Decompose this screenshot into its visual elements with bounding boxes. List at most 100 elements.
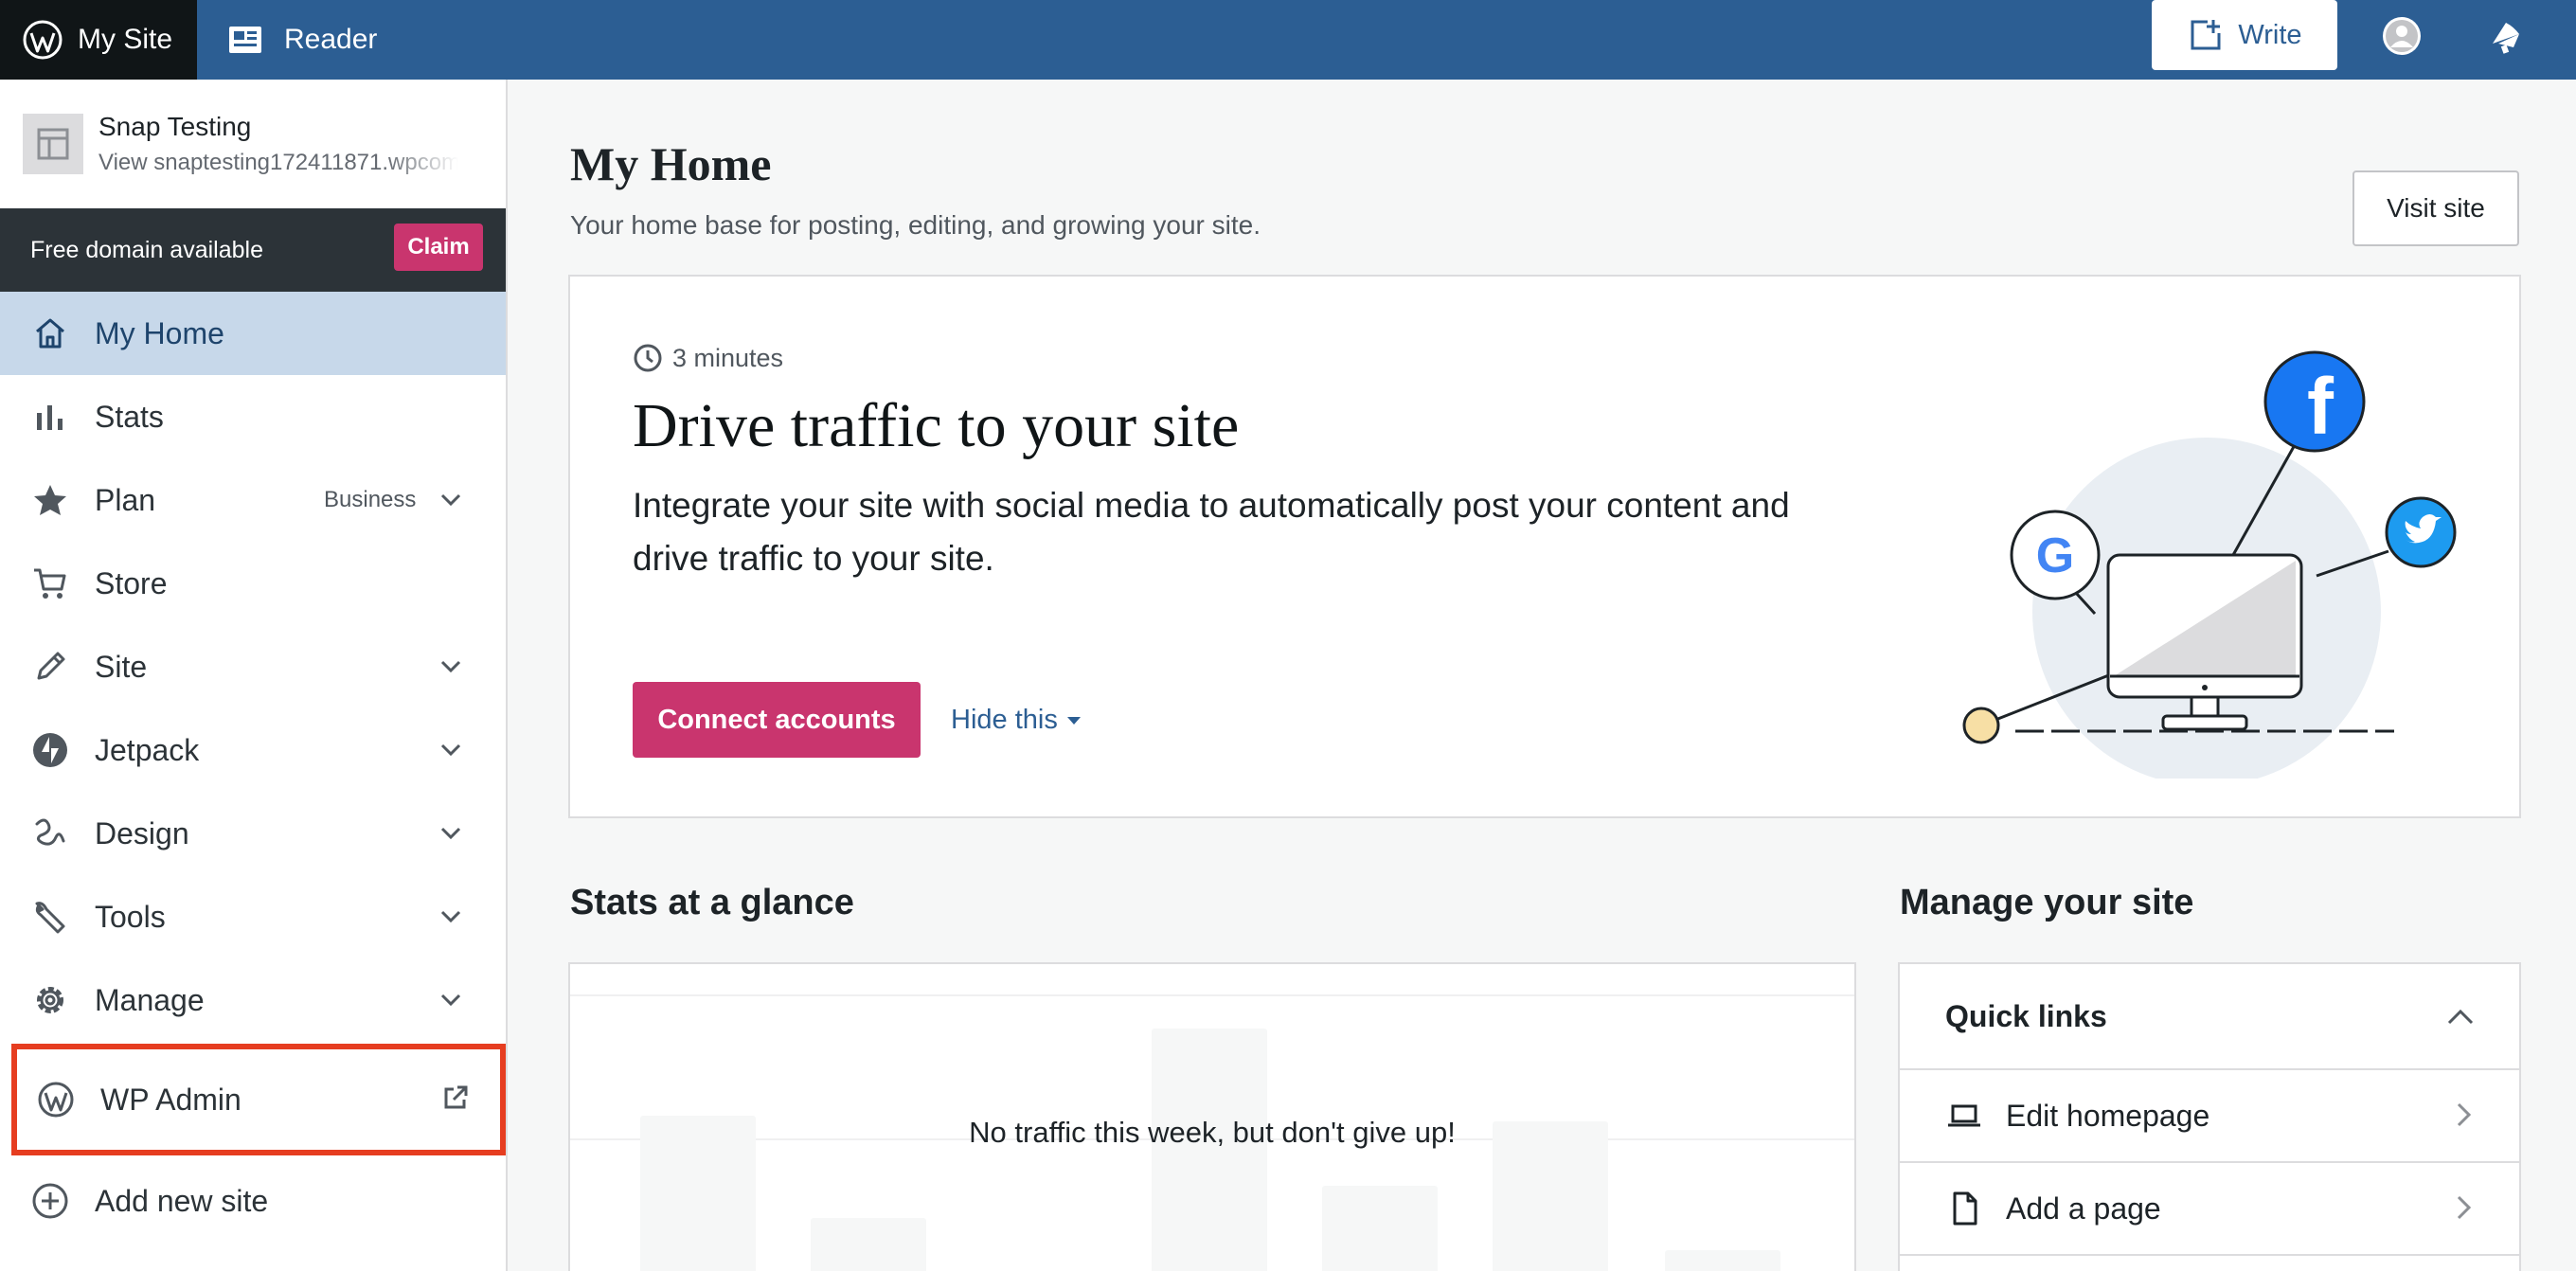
masterbar: My Site Reader Write — [0, 0, 2576, 80]
layout-icon — [37, 128, 69, 160]
reader-button[interactable]: Reader — [227, 0, 377, 80]
sidebar-item-tools[interactable]: Tools — [0, 875, 506, 958]
sidebar-item-label: Tools — [95, 899, 166, 934]
sidebar-item-add-new-site[interactable]: Add new site — [0, 1155, 506, 1246]
caret-down-icon — [1066, 716, 1081, 725]
clock-icon — [634, 344, 662, 372]
laptop-icon — [1945, 1097, 1983, 1135]
connect-accounts-button[interactable]: Connect accounts — [633, 682, 921, 758]
sidebar-item-label: Jetpack — [95, 732, 200, 767]
write-button[interactable]: Write — [2152, 0, 2337, 70]
design-icon — [30, 814, 70, 853]
page-subtitle: Your home base for posting, editing, and… — [570, 210, 1261, 240]
sidebar-item-store[interactable]: Store — [0, 542, 506, 625]
plus-circle-icon — [30, 1181, 70, 1221]
sidebar-item-plan[interactable]: Plan Business — [0, 458, 506, 542]
quick-links-header[interactable]: Quick links — [1900, 964, 2519, 1070]
site-card[interactable]: Snap Testing View snaptesting172411871.w… — [0, 80, 506, 208]
sidebar: Snap Testing View snaptesting172411871.w… — [0, 80, 508, 1271]
sidebar-item-jetpack[interactable]: Jetpack — [0, 708, 506, 792]
chevron-down-icon — [440, 493, 461, 507]
quick-links-title: Quick links — [1945, 998, 2107, 1033]
sidebar-item-label: Manage — [95, 982, 205, 1017]
domain-banner: Free domain available Claim — [0, 208, 506, 292]
my-site-label: My Site — [78, 24, 173, 55]
grid-line — [570, 994, 1854, 996]
site-url-link[interactable]: View snaptesting172411871.wpcomstaging.c… — [98, 150, 458, 176]
claim-button[interactable]: Claim — [394, 224, 483, 271]
chevron-down-icon — [440, 827, 461, 840]
sidebar-nav: My Home Stats Plan Business Store Site J… — [0, 292, 506, 1246]
sidebar-item-label: Plan — [95, 482, 156, 517]
plan-badge: Business — [324, 487, 417, 512]
sidebar-item-label: WP Admin — [100, 1082, 242, 1117]
notifications-icon[interactable] — [2485, 15, 2527, 57]
manage-section-title: Manage your site — [1900, 883, 2194, 922]
sidebar-item-label: Site — [95, 649, 148, 684]
placeholder-bar — [1152, 1029, 1267, 1271]
domain-banner-text: Free domain available — [30, 236, 263, 263]
stats-icon — [30, 397, 70, 437]
page-title: My Home — [570, 137, 772, 190]
traffic-card-title: Drive traffic to your site — [633, 391, 1240, 460]
sidebar-item-wp-admin[interactable]: WP Admin — [11, 1044, 506, 1155]
hide-this-label: Hide this — [951, 705, 1058, 735]
sidebar-item-label: Store — [95, 565, 168, 600]
stats-card: No traffic this week, but don't give up! — [568, 962, 1856, 1271]
sidebar-item-manage[interactable]: Manage — [0, 958, 506, 1042]
chevron-right-icon — [2457, 1195, 2472, 1220]
social-illustration: G f — [1962, 350, 2457, 779]
placeholder-bar — [811, 1218, 926, 1271]
reader-label: Reader — [284, 24, 378, 55]
quick-link-add-page[interactable]: Add a page — [1900, 1163, 2519, 1256]
external-link-icon — [444, 1085, 468, 1109]
sidebar-item-label: Stats — [95, 399, 164, 434]
traffic-card: 3 minutes Drive traffic to your site Int… — [568, 275, 2521, 818]
wordpress-icon — [36, 1080, 76, 1119]
sidebar-item-label: Add new site — [95, 1183, 269, 1218]
sidebar-item-label: Design — [95, 815, 189, 850]
write-label: Write — [2238, 19, 2302, 50]
sidebar-item-site[interactable]: Site — [0, 625, 506, 708]
time-estimate-label: 3 minutes — [672, 343, 784, 372]
svg-text:G: G — [2036, 528, 2074, 583]
wrench-icon — [30, 897, 70, 937]
visit-site-button[interactable]: Visit site — [2352, 170, 2519, 246]
traffic-card-description: Integrate your site with social media to… — [633, 486, 1790, 578]
cart-icon — [30, 564, 70, 603]
stats-empty-message: No traffic this week, but don't give up! — [969, 1116, 1456, 1149]
jetpack-icon — [30, 730, 70, 770]
reader-icon — [229, 27, 261, 53]
star-icon — [30, 480, 70, 520]
write-icon — [2191, 20, 2221, 50]
pencil-icon — [30, 647, 70, 687]
sidebar-item-design[interactable]: Design — [0, 792, 506, 875]
chevron-down-icon — [440, 660, 461, 673]
chevron-up-icon — [2447, 1009, 2474, 1025]
sidebar-item-my-home[interactable]: My Home — [0, 292, 506, 375]
chevron-down-icon — [440, 910, 461, 923]
my-site-button[interactable]: My Site — [0, 0, 197, 80]
site-name: Snap Testing — [98, 112, 252, 141]
placeholder-bar — [1665, 1250, 1780, 1271]
stats-section-title: Stats at a glance — [570, 883, 854, 922]
page-icon — [1945, 1190, 1983, 1227]
sidebar-item-label: My Home — [95, 315, 224, 350]
site-icon — [23, 114, 83, 174]
quick-link-label: Edit homepage — [2006, 1098, 2210, 1133]
quick-link-edit-homepage[interactable]: Edit homepage — [1900, 1070, 2519, 1163]
placeholder-bar — [1322, 1186, 1438, 1271]
time-estimate: 3 minutes — [633, 343, 783, 373]
hide-this-button[interactable]: Hide this — [951, 705, 1081, 736]
chevron-down-icon — [440, 743, 461, 757]
chevron-right-icon — [2457, 1102, 2472, 1127]
wordpress-logo-icon — [23, 20, 63, 60]
chevron-down-icon — [440, 994, 461, 1007]
sidebar-item-stats[interactable]: Stats — [0, 375, 506, 458]
avatar-icon[interactable] — [2381, 15, 2423, 57]
quick-link-label: Add a page — [2006, 1190, 2161, 1226]
home-icon — [30, 313, 70, 353]
gear-icon — [30, 980, 70, 1020]
quick-links-card: Quick links Edit homepage Add a page — [1898, 962, 2521, 1271]
svg-text:f: f — [2307, 362, 2334, 451]
